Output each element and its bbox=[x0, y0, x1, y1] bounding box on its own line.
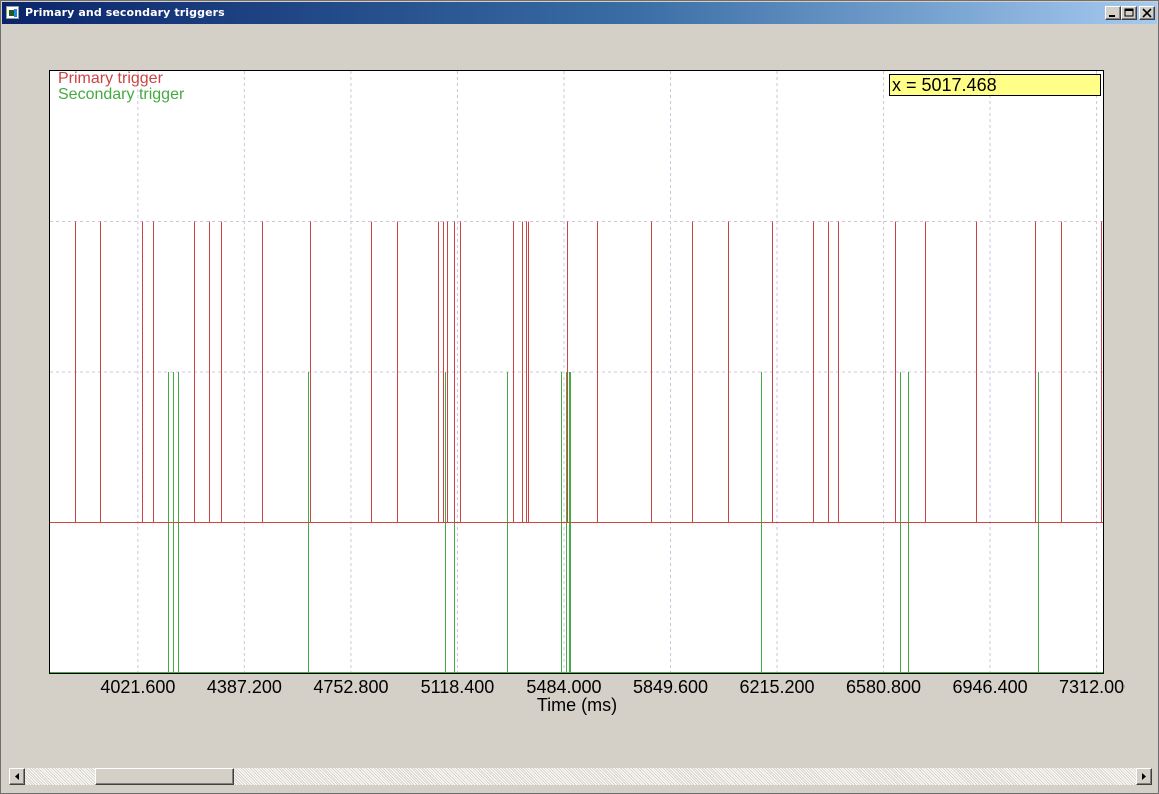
trigger-chart bbox=[50, 71, 1103, 673]
x-tick-label-8: 6946.400 bbox=[952, 677, 1028, 697]
scroll-right-button[interactable] bbox=[1136, 768, 1152, 785]
scroll-left-button[interactable] bbox=[9, 768, 25, 785]
x-tick-label-3: 5118.400 bbox=[420, 677, 495, 697]
close-icon bbox=[1142, 8, 1152, 18]
minimize-icon bbox=[1109, 15, 1115, 17]
close-button[interactable] bbox=[1139, 6, 1155, 20]
x-axis-label: Time (ms) bbox=[536, 695, 618, 715]
cursor-readout: x = 5017.468 bbox=[889, 74, 1101, 96]
legend: Primary trigger Secondary trigger bbox=[58, 71, 184, 103]
legend-primary: Primary trigger bbox=[58, 70, 163, 87]
x-tick-label-6: 6215.200 bbox=[739, 677, 815, 697]
main-window: Primary and secondary triggers Primary t… bbox=[0, 0, 1159, 794]
x-tick-label-0: 4021.600 bbox=[100, 677, 176, 697]
arrow-right-icon bbox=[1142, 773, 1146, 780]
horizontal-scrollbar[interactable] bbox=[9, 768, 1152, 785]
minimize-button[interactable] bbox=[1105, 6, 1121, 20]
x-tick-label-5: 5849.600 bbox=[632, 677, 709, 697]
scroll-thumb[interactable] bbox=[95, 768, 234, 785]
x-tick-label-2: 4752.800 bbox=[313, 677, 389, 697]
legend-secondary: Secondary trigger bbox=[58, 86, 185, 103]
maximize-button[interactable] bbox=[1121, 6, 1137, 20]
app-icon bbox=[6, 6, 19, 19]
plot-area[interactable]: Primary trigger Secondary trigger x = 50… bbox=[49, 70, 1104, 674]
x-tick-label-7: 6580.800 bbox=[845, 677, 922, 697]
title-bar[interactable]: Primary and secondary triggers bbox=[2, 2, 1157, 24]
maximize-icon bbox=[1124, 8, 1134, 17]
x-tick-label-9: 7312.000 bbox=[1059, 677, 1125, 697]
window-title: Primary and secondary triggers bbox=[25, 6, 225, 19]
arrow-left-icon bbox=[15, 773, 19, 780]
x-tick-label-1: 4387.200 bbox=[206, 677, 282, 697]
